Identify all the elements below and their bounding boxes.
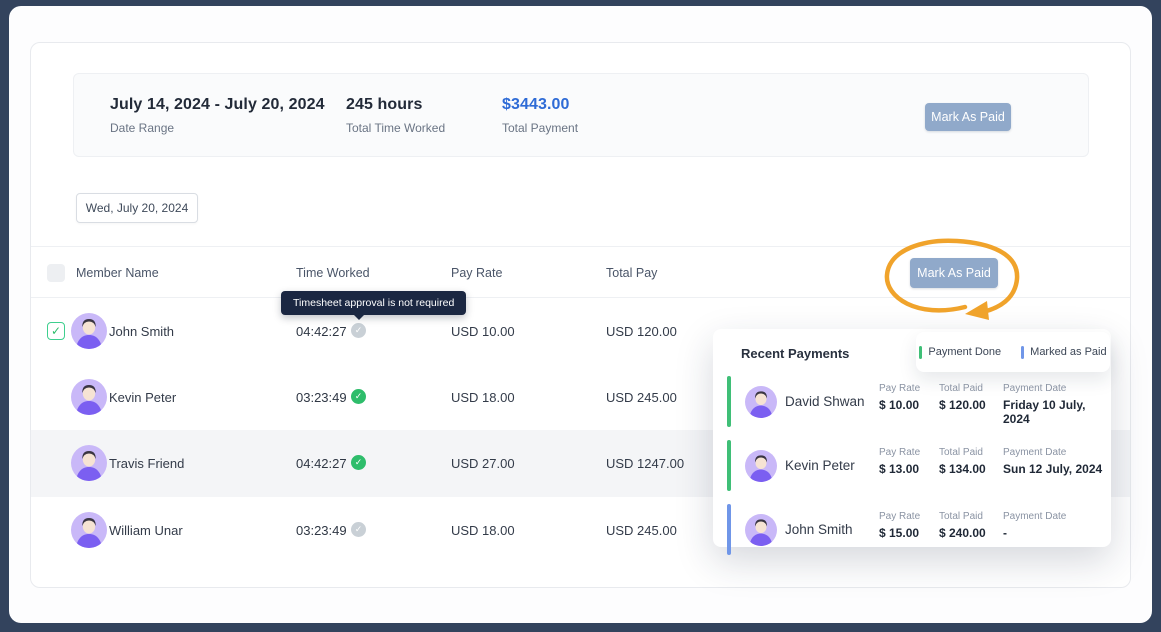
table-header: Member Name Time Worked Pay Rate Total P… — [31, 246, 1130, 298]
avatar — [71, 313, 107, 349]
approval-pending-icon[interactable]: ✓ — [351, 522, 366, 537]
date-range-label: Date Range — [110, 121, 325, 135]
total-paid-value: $ 120.00 — [939, 398, 986, 412]
legend-label: Marked as Paid — [1030, 346, 1106, 358]
tooltip-arrow — [353, 314, 365, 320]
payment-date-label: Payment Date — [1003, 511, 1066, 522]
app-page: July 14, 2024 - July 20, 2024 Date Range… — [9, 6, 1152, 623]
payments-legend: Payment Done Marked as Paid — [916, 332, 1110, 372]
payee-name: Kevin Peter — [785, 458, 855, 473]
payment-row: David Shwan Pay Rate $ 10.00 Total Paid $ … — [713, 373, 1111, 431]
col-total-pay: Total Pay — [606, 266, 657, 280]
time-worked: 04:42:27 — [296, 324, 347, 339]
recent-payments-card: Recent Payments Payment Done Marked as P… — [713, 329, 1111, 547]
legend-marked-as-paid: Marked as Paid — [1021, 346, 1106, 359]
total-pay: USD 245.00 — [606, 523, 677, 538]
pay-rate-label: Pay Rate — [879, 447, 920, 458]
pay-rate-value: $ 10.00 — [879, 398, 920, 412]
total-payment-value: $3443.00 — [502, 96, 578, 114]
payment-date-value: Sun 12 July, 2024 — [1003, 462, 1102, 476]
timesheet-card: July 14, 2024 - July 20, 2024 Date Range… — [30, 42, 1131, 588]
total-time-label: Total Time Worked — [346, 121, 445, 135]
avatar — [745, 386, 777, 418]
total-paid-label: Total Paid — [939, 511, 986, 522]
total-paid-label: Total Paid — [939, 447, 986, 458]
marked-as-paid-bar — [727, 504, 731, 555]
payment-row: John Smith Pay Rate $ 15.00 Total Paid $ 2… — [713, 501, 1111, 559]
payment-date-label: Payment Date — [1003, 383, 1111, 394]
pay-rate: USD 27.00 — [451, 456, 515, 471]
time-worked: 03:23:49 — [296, 390, 347, 405]
pay-rate-value: $ 15.00 — [879, 526, 920, 540]
pay-rate: USD 10.00 — [451, 324, 515, 339]
total-paid-value: $ 240.00 — [939, 526, 986, 540]
total-time-stat: 245 hours Total Time Worked — [346, 96, 445, 135]
blue-bar-icon — [1021, 346, 1024, 359]
member-name: Travis Friend — [109, 456, 184, 471]
time-worked: 04:42:27 — [296, 456, 347, 471]
pay-rate-label: Pay Rate — [879, 383, 920, 394]
avatar — [745, 450, 777, 482]
avatar — [71, 445, 107, 481]
total-paid-label: Total Paid — [939, 383, 986, 394]
recent-payments-title: Recent Payments — [741, 346, 849, 361]
approval-done-icon[interactable]: ✓ — [351, 455, 366, 470]
date-filter-chip[interactable]: Wed, July 20, 2024 — [76, 193, 198, 223]
col-time-worked: Time Worked — [296, 266, 370, 280]
total-time-value: 245 hours — [346, 96, 445, 114]
payee-name: David Shwan — [785, 394, 865, 409]
total-pay: USD 120.00 — [606, 324, 677, 339]
green-bar-icon — [919, 346, 922, 359]
mark-as-paid-button-table[interactable]: Mark As Paid — [910, 258, 998, 288]
date-range-value: July 14, 2024 - July 20, 2024 — [110, 96, 325, 114]
time-worked: 03:23:49 — [296, 523, 347, 538]
total-pay: USD 1247.00 — [606, 456, 684, 471]
member-name: William Unar — [109, 523, 183, 538]
col-member-name: Member Name — [76, 266, 159, 280]
approval-tooltip: Timesheet approval is not required — [281, 291, 466, 315]
select-all-checkbox[interactable] — [47, 264, 65, 282]
total-payment-label: Total Payment — [502, 121, 578, 135]
pay-rate-value: $ 13.00 — [879, 462, 920, 476]
tooltip-text: Timesheet approval is not required — [293, 297, 454, 309]
total-pay: USD 245.00 — [606, 390, 677, 405]
payment-row: Kevin Peter Pay Rate $ 13.00 Total Paid $ … — [713, 437, 1111, 495]
payment-date-value: Friday 10 July, 2024 — [1003, 398, 1111, 426]
col-pay-rate: Pay Rate — [451, 266, 502, 280]
payment-date-value: - — [1003, 526, 1066, 540]
pay-rate: USD 18.00 — [451, 390, 515, 405]
approval-done-icon[interactable]: ✓ — [351, 389, 366, 404]
payment-date-label: Payment Date — [1003, 447, 1102, 458]
summary-panel: July 14, 2024 - July 20, 2024 Date Range… — [73, 73, 1089, 157]
avatar — [745, 514, 777, 546]
member-name: John Smith — [109, 324, 174, 339]
pay-rate: USD 18.00 — [451, 523, 515, 538]
approval-pending-icon[interactable]: ✓ — [351, 323, 366, 338]
mark-as-paid-button-summary[interactable]: Mark As Paid — [925, 103, 1011, 131]
avatar — [71, 512, 107, 548]
payee-name: John Smith — [785, 522, 853, 537]
payment-done-bar — [727, 440, 731, 491]
total-paid-value: $ 134.00 — [939, 462, 986, 476]
payment-done-bar — [727, 376, 731, 427]
date-range-stat: July 14, 2024 - July 20, 2024 Date Range — [110, 96, 325, 135]
member-name: Kevin Peter — [109, 390, 176, 405]
legend-payment-done: Payment Done — [919, 346, 1001, 359]
pay-rate-label: Pay Rate — [879, 511, 920, 522]
legend-label: Payment Done — [928, 346, 1001, 358]
total-payment-stat: $3443.00 Total Payment — [502, 96, 578, 135]
avatar — [71, 379, 107, 415]
row-checkbox-checked[interactable]: ✓ — [47, 322, 65, 340]
